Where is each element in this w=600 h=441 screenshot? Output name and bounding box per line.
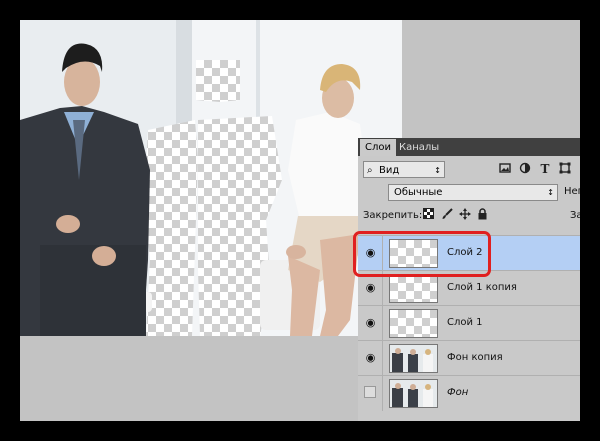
layer-row[interactable]: ◉ Фон копия — [358, 340, 580, 376]
shape-filter-icon[interactable] — [558, 162, 572, 176]
highlight-outline — [353, 231, 491, 277]
lock-position-icon[interactable] — [458, 208, 471, 222]
layer-row[interactable]: ◉ Слой 1 — [358, 305, 580, 341]
lock-all-icon[interactable] — [476, 208, 489, 222]
blend-mode-select[interactable]: Обычные ↕ — [388, 184, 558, 201]
document-canvas[interactable] — [20, 20, 402, 336]
layers-panel: Слои Каналы ⌕ Вид ↕ T Обычные ↕ Не Закре… — [358, 138, 580, 421]
up-down-arrows-icon: ↕ — [434, 166, 441, 175]
tab-layers[interactable]: Слои — [360, 139, 396, 156]
visibility-toggle-empty[interactable] — [364, 386, 376, 398]
layer-name[interactable]: Фон — [447, 376, 468, 410]
search-icon: ⌕ — [367, 165, 373, 176]
eye-icon[interactable]: ◉ — [363, 350, 378, 365]
up-down-arrows-icon: ↕ — [547, 188, 554, 197]
layer-filter-select[interactable]: ⌕ Вид ↕ — [363, 161, 445, 178]
layer-thumbnail — [389, 309, 438, 338]
layer-thumbnail — [389, 379, 438, 408]
divider — [382, 341, 383, 376]
tab-channels[interactable]: Каналы — [394, 139, 444, 156]
image-filter-icon[interactable] — [498, 162, 512, 176]
divider — [382, 306, 383, 341]
adjustment-filter-icon[interactable] — [518, 162, 532, 176]
eye-icon[interactable]: ◉ — [363, 315, 378, 330]
lock-label: Закрепить: — [363, 210, 423, 221]
layers-panel-body: ⌕ Вид ↕ T Обычные ↕ Непрозрачность: Закр… — [358, 156, 580, 421]
divider — [382, 376, 383, 411]
layer-name[interactable]: Фон копия — [447, 341, 503, 375]
type-filter-icon[interactable]: T — [538, 162, 552, 176]
canvas-photo — [20, 20, 402, 336]
layer-thumbnail — [389, 344, 438, 373]
layer-thumbnail — [389, 274, 438, 303]
layer-filter-value: Вид — [379, 165, 400, 176]
blend-mode-value: Обычные — [394, 187, 443, 198]
panel-tab-bar: Слои Каналы — [358, 138, 580, 156]
fill-label: Заливка: — [570, 210, 580, 221]
photoshop-window: Слои Каналы ⌕ Вид ↕ T Обычные ↕ Не Закре… — [20, 20, 580, 421]
lock-transparent-icon[interactable] — [422, 208, 435, 222]
layer-row[interactable]: Фон — [358, 375, 580, 411]
eye-icon[interactable]: ◉ — [363, 280, 378, 295]
lock-image-icon[interactable] — [440, 208, 453, 222]
opacity-label: Непрозрачность: — [564, 186, 580, 197]
layer-name[interactable]: Слой 1 — [447, 306, 483, 340]
